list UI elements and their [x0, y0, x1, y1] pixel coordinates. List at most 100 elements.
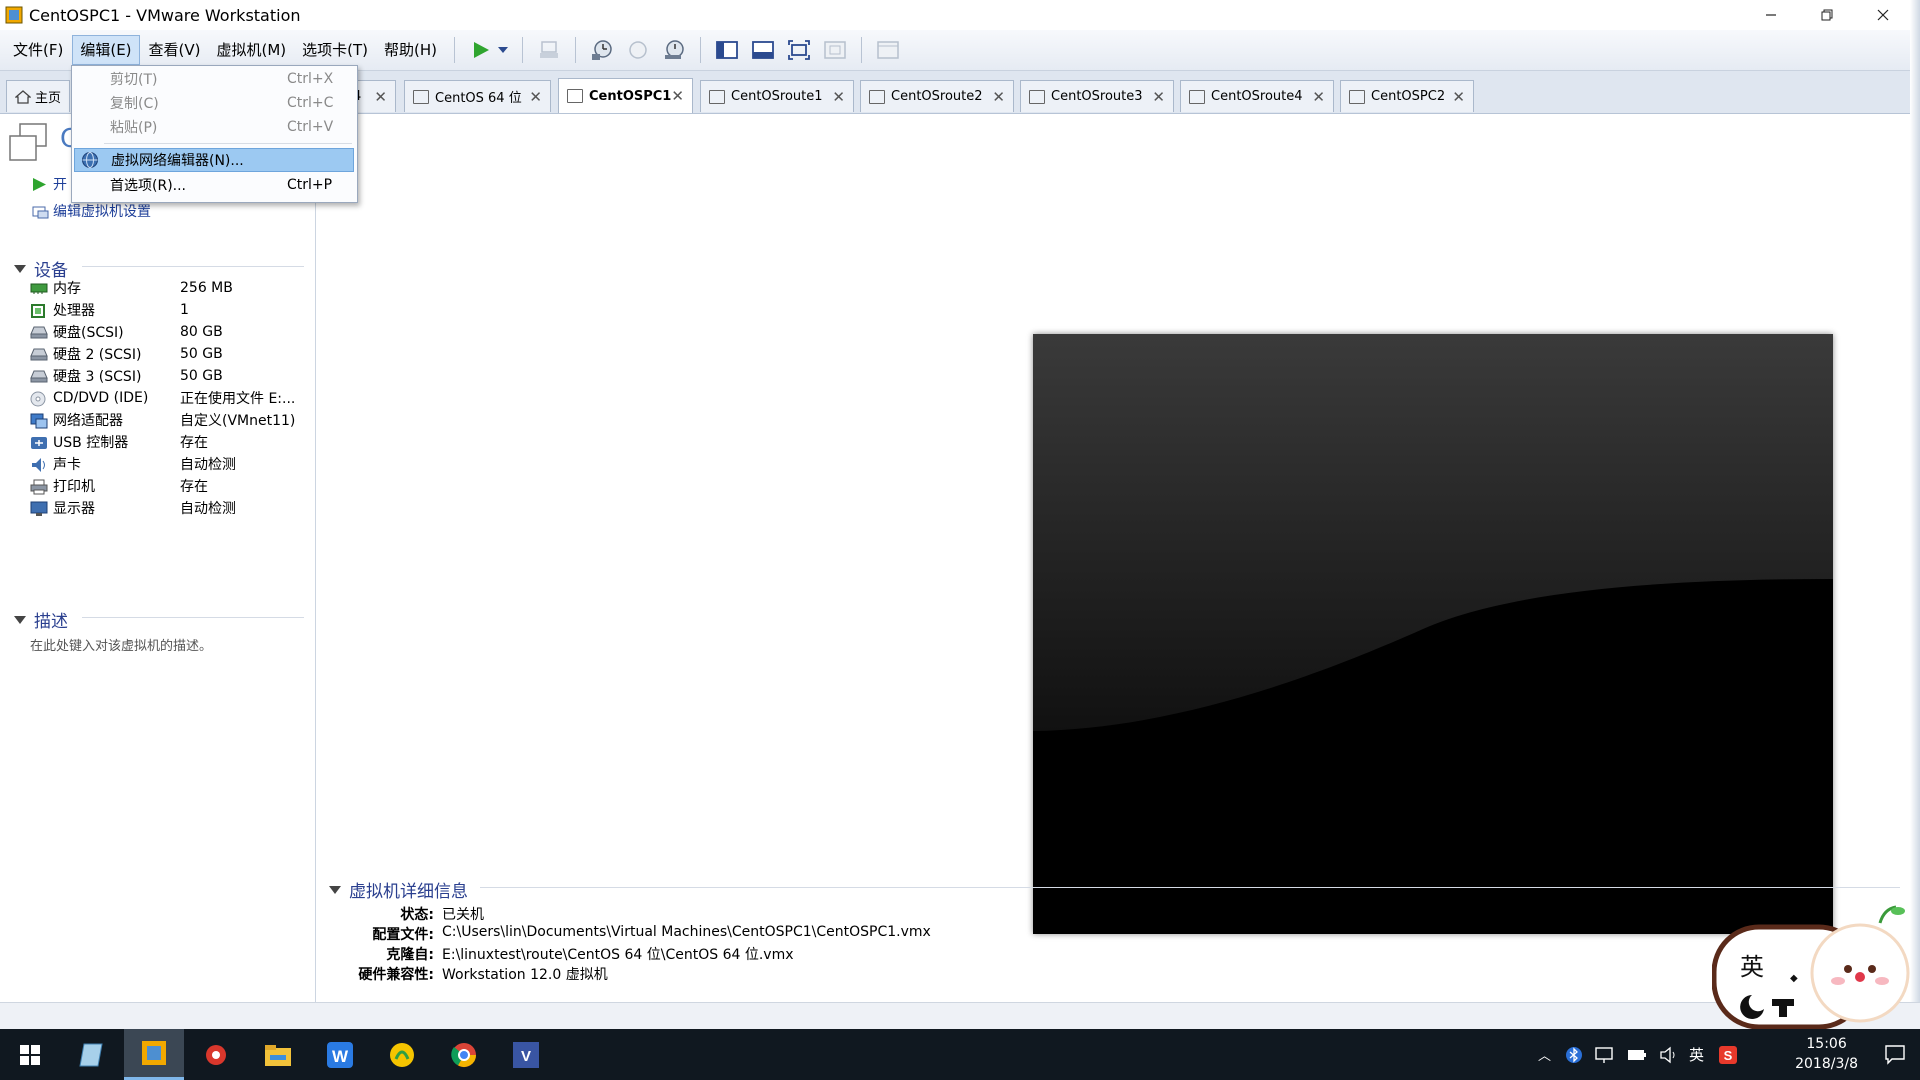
close-button[interactable]	[1855, 0, 1911, 30]
menu-copy[interactable]: 复制(C) Ctrl+C	[74, 92, 354, 114]
tab-centosroute1[interactable]: CentOSroute1 ✕	[700, 80, 854, 112]
menu-view[interactable]: 查看(V)	[142, 36, 208, 64]
revert-snapshot-button[interactable]	[623, 35, 653, 65]
description-field[interactable]: 在此处键入对该虚拟机的描述。	[30, 635, 212, 654]
tab-centospc2[interactable]: CentOSPC2 ✕	[1340, 80, 1474, 112]
menu-file[interactable]: 文件(F)	[6, 36, 70, 64]
taskbar-app-file-explorer[interactable]	[248, 1029, 308, 1080]
device-row[interactable]: 硬盘(SCSI) 80 GB	[30, 321, 310, 343]
close-tab-icon[interactable]: ✕	[1152, 88, 1165, 106]
volume-icon[interactable]	[1659, 1046, 1679, 1064]
taskbar-app-browser-snail[interactable]	[186, 1029, 246, 1080]
device-row[interactable]: 硬盘 3 (SCSI) 50 GB	[30, 365, 310, 387]
close-tab-icon[interactable]: ✕	[529, 88, 542, 106]
device-name: 处理器	[53, 303, 95, 319]
ime-indicator[interactable]: 英	[1689, 1044, 1704, 1065]
restore-icon	[1821, 9, 1833, 21]
device-row[interactable]: 处理器 1	[30, 299, 310, 321]
memory-icon	[30, 281, 48, 296]
tab-centosroute3[interactable]: CentOSroute3 ✕	[1020, 80, 1174, 112]
unity-button[interactable]	[820, 35, 850, 65]
tab-home[interactable]: 主页	[6, 80, 70, 112]
device-name: USB 控制器	[53, 435, 129, 451]
start-button[interactable]	[0, 1029, 60, 1080]
taskbar-app-vmware[interactable]	[124, 1029, 184, 1080]
show-library-button[interactable]	[712, 35, 742, 65]
tab-centosroute4[interactable]: CentOSroute4 ✕	[1180, 80, 1334, 112]
power-on-link[interactable]: 开	[32, 174, 67, 194]
console-view-button[interactable]	[873, 35, 903, 65]
vm-icon	[1189, 89, 1205, 104]
ime-mascot-sticker[interactable]: ◆ 英	[1711, 905, 1920, 1030]
menu-tabs[interactable]: 选项卡(T)	[295, 36, 375, 64]
tab-centos-64[interactable]: CentOS 64 位 ✕	[404, 80, 551, 112]
tab-centosroute2[interactable]: CentOSroute2 ✕	[860, 80, 1014, 112]
close-tab-icon[interactable]: ✕	[832, 88, 845, 106]
svg-text:◆: ◆	[1790, 973, 1798, 984]
window-edge	[1910, 0, 1920, 1002]
device-row[interactable]: CD/DVD (IDE) 正在使用文件 E:...	[30, 387, 310, 409]
taskbar-app-visio[interactable]: V	[496, 1029, 556, 1080]
show-thumbnail-bar-button[interactable]	[748, 35, 778, 65]
sogou-ime-icon[interactable]: S	[1718, 1045, 1738, 1065]
network-adapter-icon	[30, 413, 48, 428]
tab-label: CentOS 64 位	[435, 91, 522, 106]
minimize-button[interactable]	[1743, 0, 1799, 30]
tab-label: CentOSroute2	[891, 89, 983, 104]
close-tab-icon[interactable]: ✕	[671, 87, 684, 105]
play-icon	[33, 177, 46, 191]
hard-disk-icon	[30, 347, 48, 362]
vm-screen-preview[interactable]	[1033, 334, 1833, 934]
taskbar-app-media[interactable]	[372, 1029, 432, 1080]
device-row[interactable]: 网络适配器 自定义(VMnet11)	[30, 409, 310, 431]
clock[interactable]: 15:06 2018/3/8	[1795, 1034, 1858, 1074]
battery-icon[interactable]	[1627, 1048, 1647, 1062]
action-center-button[interactable]	[1884, 1043, 1906, 1069]
menu-virtual-network-editor[interactable]: 虚拟网络编辑器(N)...	[74, 148, 354, 172]
menu-vm[interactable]: 虚拟机(M)	[210, 36, 294, 64]
device-value: 存在	[180, 435, 208, 451]
taskbar-app-chrome[interactable]	[434, 1029, 494, 1080]
menu-help[interactable]: 帮助(H)	[377, 36, 444, 64]
menu-edit[interactable]: 编辑(E)	[72, 35, 140, 65]
power-dropdown-button[interactable]	[495, 35, 511, 65]
power-on-button[interactable]	[466, 35, 496, 65]
device-row[interactable]: 显示器 自动检测	[30, 497, 310, 519]
restore-button[interactable]	[1799, 0, 1855, 30]
toolbar-separator	[575, 37, 577, 63]
keyboard-icon	[540, 41, 559, 58]
menu-paste[interactable]: 粘贴(P) Ctrl+V	[74, 116, 354, 138]
description-section-header[interactable]: 描述	[14, 607, 68, 632]
device-row[interactable]: 声卡 自动检测	[30, 453, 310, 475]
edit-vm-settings-link[interactable]: 编辑虚拟机设置	[32, 201, 151, 221]
network-icon[interactable]	[1595, 1046, 1615, 1064]
snapshot-manager-button[interactable]	[659, 35, 689, 65]
collapse-icon	[14, 264, 26, 273]
close-tab-icon[interactable]: ✕	[992, 88, 1005, 106]
taskbar-app-wps[interactable]: W	[310, 1029, 370, 1080]
taskbar-app-notes[interactable]	[62, 1029, 122, 1080]
clock-date: 2018/3/8	[1795, 1056, 1858, 1072]
full-screen-button[interactable]	[784, 35, 814, 65]
menu-preferences[interactable]: 首选项(R)... Ctrl+P	[74, 174, 354, 196]
device-name: 声卡	[53, 457, 81, 473]
menu-cut[interactable]: 剪切(T) Ctrl+X	[74, 68, 354, 90]
snapshot-button[interactable]	[587, 35, 617, 65]
send-ctrl-alt-del-button[interactable]	[534, 35, 564, 65]
device-row[interactable]: USB 控制器 存在	[30, 431, 310, 453]
device-row[interactable]: 硬盘 2 (SCSI) 50 GB	[30, 343, 310, 365]
snail-app-icon	[206, 1044, 226, 1065]
device-row[interactable]: 内存 256 MB	[30, 277, 310, 299]
tab-label: CentOSroute4	[1211, 89, 1303, 104]
clock-time: 15:06	[1806, 1036, 1847, 1052]
close-tab-icon[interactable]: ✕	[1452, 88, 1465, 106]
bluetooth-icon[interactable]	[1565, 1046, 1583, 1064]
chevron-up-icon[interactable]: ︿	[1538, 1045, 1551, 1064]
vm-icon	[1349, 89, 1365, 104]
close-tab-icon[interactable]: ✕	[1312, 88, 1325, 106]
device-value: 自动检测	[180, 501, 236, 517]
device-row[interactable]: 打印机 存在	[30, 475, 310, 497]
close-tab-icon[interactable]: ✕	[374, 88, 387, 106]
vm-details-section-header[interactable]: 虚拟机详细信息	[329, 877, 468, 902]
tab-centospc1[interactable]: CentOSPC1 ✕	[558, 78, 693, 113]
